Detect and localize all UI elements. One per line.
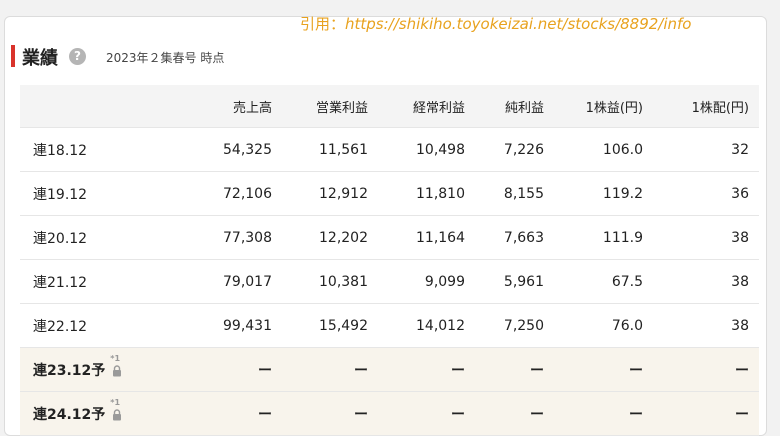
value-cell: 77,308	[223, 229, 272, 246]
period-cell: 連21.12	[33, 260, 87, 303]
citation-text: 引用：https://shikiho.toyokeizai.net/stocks…	[300, 13, 691, 34]
value-cell: 7,226	[503, 141, 544, 158]
period-cell: 連23.12予 *1	[33, 348, 122, 391]
lock-icon[interactable]: *1	[110, 354, 122, 377]
value-cell: 7,663	[503, 229, 544, 246]
table-header-row: 売上高 営業利益 経常利益 純利益 1株益(円) 1株配(円)	[20, 85, 759, 128]
value-cell: 9,099	[424, 273, 465, 290]
value-cell: 12,912	[319, 185, 368, 202]
period-cell: 連18.12	[33, 128, 87, 171]
value-cell: 12,202	[319, 229, 368, 246]
lock-icon[interactable]: *1	[110, 398, 122, 421]
earnings-card: 業績 ? 2023年２集春号 時点 売上高 営業利益 経常利益 純利益 1株益(…	[4, 16, 767, 436]
period-cell: 連19.12	[33, 172, 87, 215]
value-cell: ー	[258, 362, 272, 379]
earnings-table: 売上高 営業利益 経常利益 純利益 1株益(円) 1株配(円) 連18.12 54…	[20, 85, 759, 436]
period-label: 連21.12	[33, 274, 88, 291]
value-cell: 72,106	[223, 185, 272, 202]
value-cell: ー	[530, 406, 544, 423]
table-row: 連22.12 99,431 15,492 14,012 7,250 76.0 38	[20, 304, 759, 348]
value-cell: 5,961	[503, 273, 544, 290]
value-cell: 38	[731, 273, 749, 290]
period-label: 連23.12予	[33, 362, 106, 379]
accent-bar	[11, 45, 15, 67]
period-label: 連18.12	[33, 142, 88, 159]
value-cell: 38	[731, 317, 749, 334]
period-label: 連22.12	[33, 318, 88, 335]
column-header: 経常利益	[412, 100, 465, 116]
lock-footnote: *1	[110, 353, 121, 363]
value-cell: 67.5	[611, 273, 643, 290]
as-of-label: 2023年２集春号 時点	[106, 51, 225, 65]
value-cell: 11,164	[416, 229, 465, 246]
period-label: 連19.12	[33, 186, 88, 203]
value-cell: 54,325	[223, 141, 272, 158]
section-title: 業績	[22, 48, 58, 69]
value-cell: ー	[530, 362, 544, 379]
value-cell: 15,492	[319, 317, 368, 334]
forecast-row: 連23.12予 *1 ー ー ー ー ー ー	[20, 348, 759, 392]
period-cell: 連20.12	[33, 216, 87, 259]
value-cell: 10,381	[319, 273, 368, 290]
table-row: 連21.12 79,017 10,381 9,099 5,961 67.5 38	[20, 260, 759, 304]
value-cell: ー	[258, 406, 272, 423]
value-cell: ー	[354, 406, 368, 423]
value-cell: 7,250	[503, 317, 544, 334]
period-cell: 連24.12予 *1	[33, 392, 122, 435]
value-cell: 76.0	[611, 317, 643, 334]
value-cell: 79,017	[223, 273, 272, 290]
help-icon[interactable]: ?	[69, 48, 86, 65]
period-label: 連24.12予	[33, 406, 106, 423]
value-cell: ー	[451, 406, 465, 423]
lock-footnote: *1	[110, 397, 121, 407]
value-cell: 10,498	[416, 141, 465, 158]
citation-url[interactable]: https://shikiho.toyokeizai.net/stocks/88…	[345, 15, 691, 33]
value-cell: ー	[451, 362, 465, 379]
forecast-row: 連24.12予 *1 ー ー ー ー ー ー	[20, 392, 759, 436]
value-cell: ー	[735, 362, 749, 379]
value-cell: ー	[629, 406, 643, 423]
table-row: 連20.12 77,308 12,202 11,164 7,663 111.9 38	[20, 216, 759, 260]
value-cell: 11,810	[416, 185, 465, 202]
table-body: 連18.12 54,325 11,561 10,498 7,226 106.0 32 連19.…	[20, 128, 759, 436]
column-header: 営業利益	[315, 100, 368, 116]
value-cell: ー	[629, 362, 643, 379]
value-cell: 99,431	[223, 317, 272, 334]
value-cell: 38	[731, 229, 749, 246]
value-cell: ー	[735, 406, 749, 423]
value-cell: 11,561	[319, 141, 368, 158]
period-cell: 連22.12	[33, 304, 87, 347]
value-cell: ー	[354, 362, 368, 379]
value-cell: 36	[731, 185, 749, 202]
column-header: 1株益(円)	[585, 100, 643, 116]
column-header: 売上高	[232, 100, 272, 116]
value-cell: 111.9	[602, 229, 643, 246]
value-cell: 32	[731, 141, 749, 158]
table-row: 連19.12 72,106 12,912 11,810 8,155 119.2 36	[20, 172, 759, 216]
column-header: 1株配(円)	[691, 100, 749, 116]
value-cell: 8,155	[503, 185, 544, 202]
column-header: 純利益	[504, 100, 544, 116]
period-label: 連20.12	[33, 230, 88, 247]
value-cell: 119.2	[602, 185, 643, 202]
table-row: 連18.12 54,325 11,561 10,498 7,226 106.0 32	[20, 128, 759, 172]
value-cell: 106.0	[602, 141, 643, 158]
citation-prefix: 引用：	[300, 15, 346, 33]
value-cell: 14,012	[416, 317, 465, 334]
